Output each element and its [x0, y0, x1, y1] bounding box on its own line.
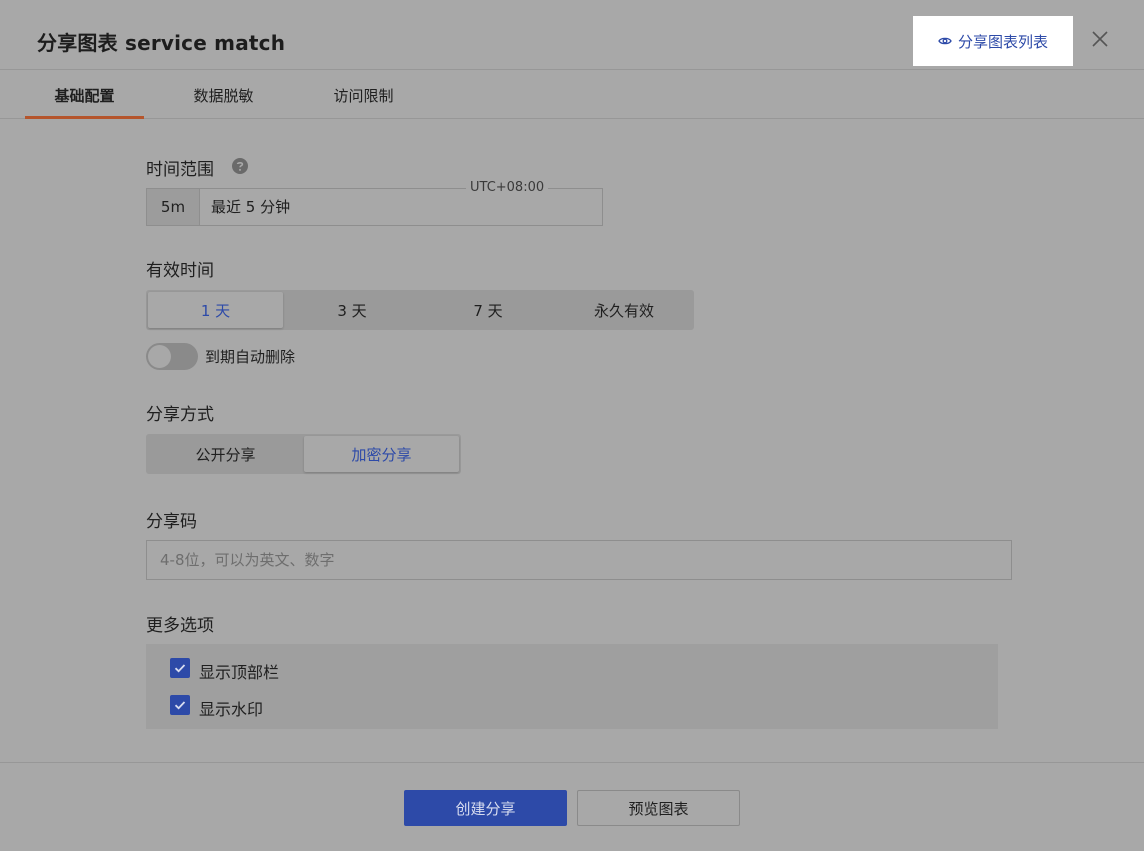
- dialog-title: 分享图表 service match: [37, 31, 286, 55]
- timezone-label: UTC+08:00: [466, 180, 549, 195]
- tab-bar: 基础配置 数据脱敏 访问限制: [0, 70, 1144, 119]
- time-range-quick-value: 5m: [147, 189, 200, 225]
- eye-icon: [938, 37, 952, 45]
- validity-option-permanent[interactable]: 永久有效: [556, 292, 692, 328]
- more-options-panel: 显示顶部栏 显示水印: [146, 644, 998, 729]
- dialog-header: 分享图表 service match 分享图表列表: [0, 0, 1144, 70]
- preview-chart-button[interactable]: 预览图表: [577, 790, 740, 826]
- checkmark-icon: [174, 664, 186, 673]
- show-topbar-checkbox[interactable]: [170, 658, 190, 678]
- auto-delete-label: 到期自动删除: [205, 348, 296, 366]
- share-mode-encrypted[interactable]: 加密分享: [304, 436, 459, 472]
- dialog-footer: [0, 762, 1144, 851]
- active-tab-indicator: [25, 116, 144, 119]
- time-range-value: 最近 5 分钟: [211, 198, 291, 216]
- more-options-label: 更多选项: [146, 616, 214, 636]
- share-mode-label: 分享方式: [146, 405, 214, 425]
- share-list-link-label: 分享图表列表: [957, 32, 1048, 51]
- close-button[interactable]: [1088, 27, 1112, 51]
- share-code-label: 分享码: [146, 512, 197, 532]
- show-watermark-checkbox[interactable]: [170, 695, 190, 715]
- validity-segmented-control: 1 天 3 天 7 天 永久有效: [146, 290, 694, 330]
- toggle-knob: [148, 345, 171, 368]
- show-topbar-label: 显示顶部栏: [199, 663, 280, 682]
- validity-option-3-days[interactable]: 3 天: [284, 292, 420, 328]
- time-range-label: 时间范围: [146, 160, 214, 180]
- show-watermark-label: 显示水印: [199, 700, 264, 719]
- share-code-input[interactable]: [146, 540, 1012, 580]
- validity-option-7-days[interactable]: 7 天: [420, 292, 556, 328]
- share-mode-segmented-control: 公开分享 加密分享: [146, 434, 461, 474]
- share-list-link[interactable]: 分享图表列表: [913, 16, 1073, 66]
- tab-access-restriction[interactable]: 访问限制: [304, 70, 423, 118]
- help-icon[interactable]: [231, 157, 249, 175]
- tab-data-masking[interactable]: 数据脱敏: [164, 70, 283, 118]
- close-icon: [1092, 31, 1108, 47]
- share-mode-public[interactable]: 公开分享: [148, 436, 303, 472]
- validity-option-1-day[interactable]: 1 天: [148, 292, 283, 328]
- validity-label: 有效时间: [146, 261, 214, 281]
- checkmark-icon: [174, 701, 186, 710]
- auto-delete-toggle[interactable]: [146, 343, 198, 370]
- create-share-button[interactable]: 创建分享: [404, 790, 567, 826]
- tab-basic-config[interactable]: 基础配置: [25, 70, 144, 118]
